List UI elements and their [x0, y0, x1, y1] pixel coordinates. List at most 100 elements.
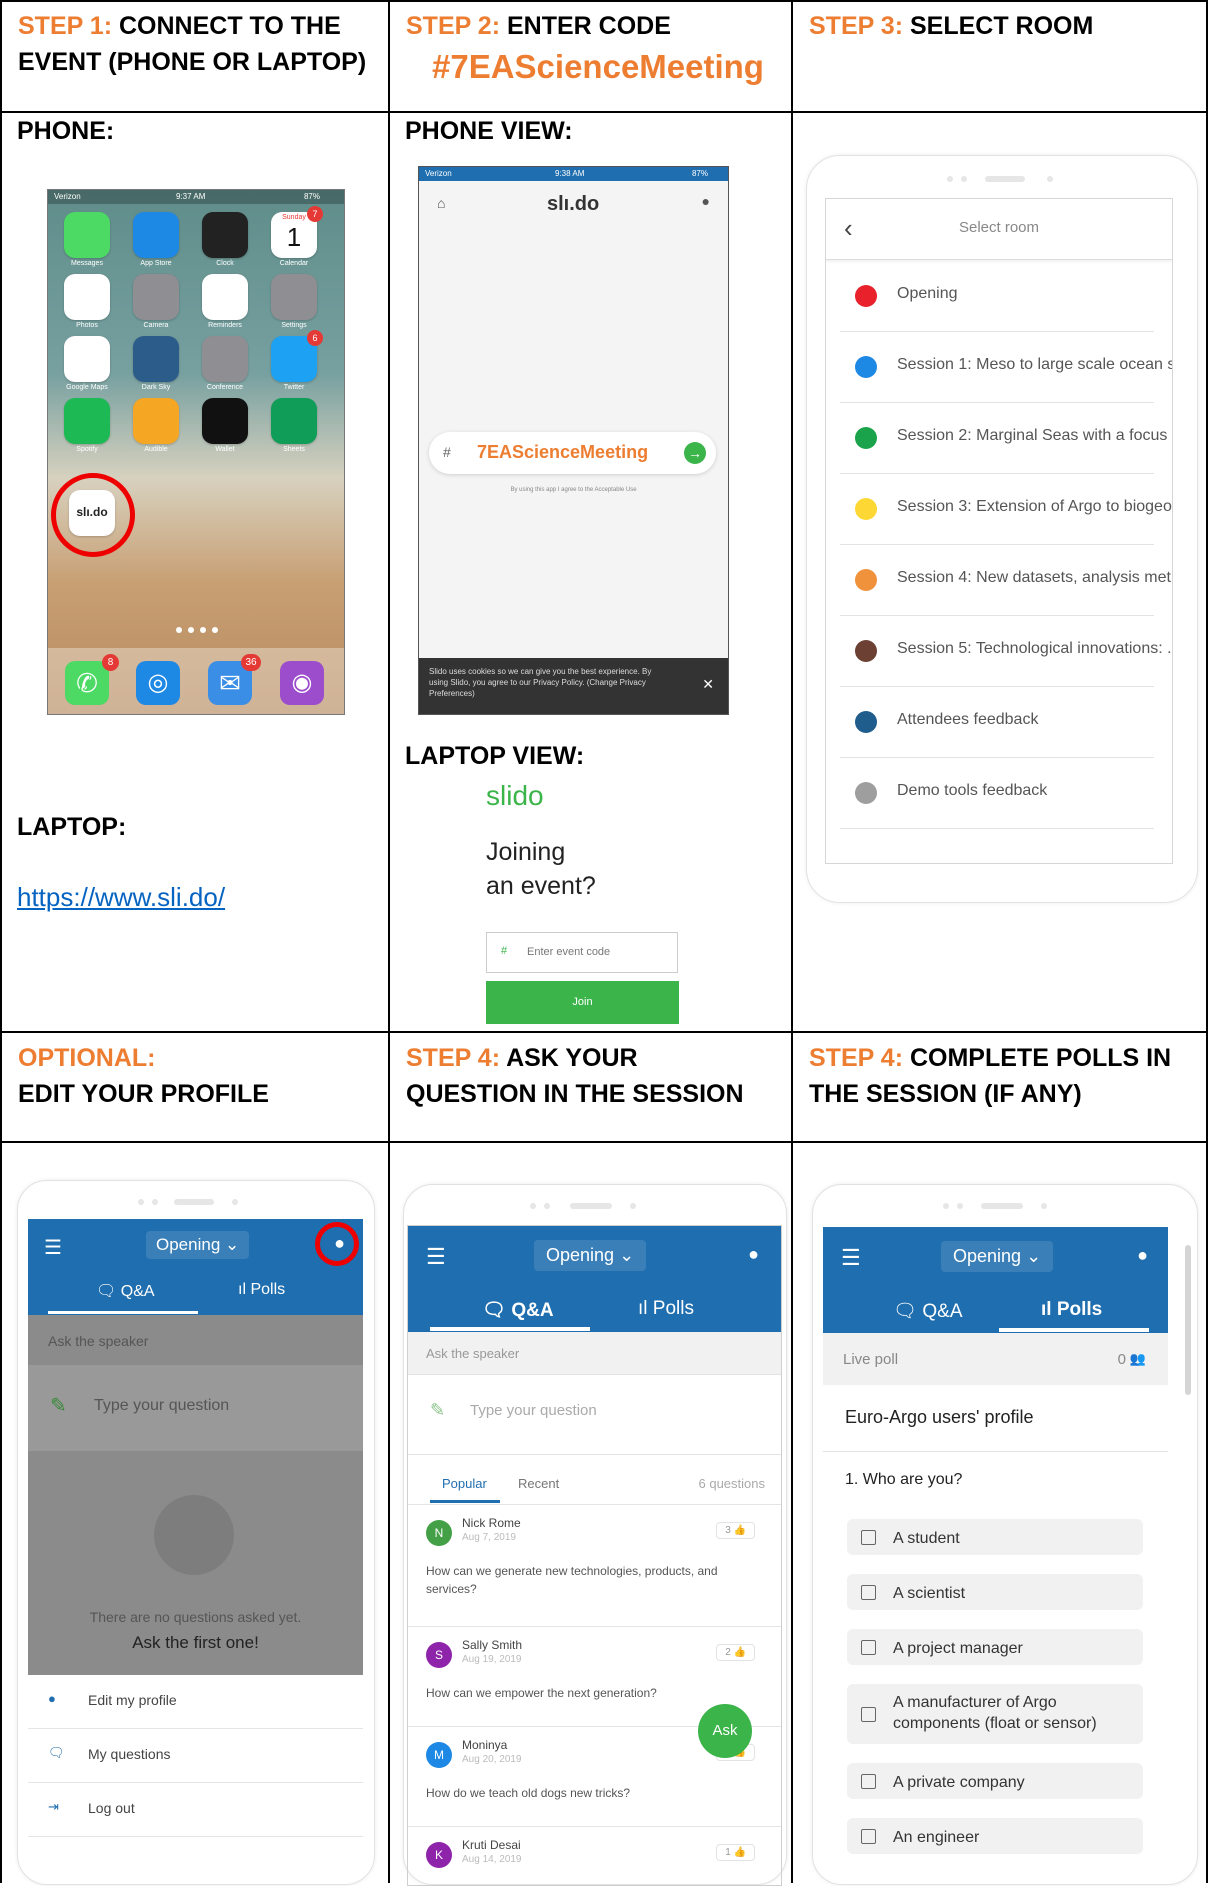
app-icon-messages[interactable]: Messages: [64, 212, 110, 267]
slido-url-link[interactable]: https://www.sli.do/: [17, 882, 225, 913]
join-button[interactable]: Join: [486, 981, 679, 1024]
poll-option-label: An engineer: [893, 1829, 980, 1846]
app-icon-reminders[interactable]: Reminders: [202, 274, 248, 329]
poll-option[interactable]: A project manager: [847, 1629, 1143, 1665]
safari-app-icon[interactable]: ◎: [136, 661, 180, 705]
phone-badge: 8: [102, 654, 119, 671]
sort-recent[interactable]: Recent: [518, 1476, 559, 1491]
profile-menu-item[interactable]: ● Edit my profile: [28, 1675, 363, 1729]
step3-header: STEP 3: SELECT ROOM: [793, 2, 1206, 50]
cookie-banner: Slido uses cookies so we can give you th…: [419, 658, 728, 714]
tab-qa[interactable]: 🗨 Q&A: [96, 1281, 155, 1301]
app-icon-settings[interactable]: Settings: [271, 274, 317, 329]
like-button[interactable]: 3 👍: [716, 1522, 755, 1539]
app-icon-conference[interactable]: Conference: [202, 336, 248, 391]
app-icon-wallet[interactable]: Wallet: [202, 398, 248, 453]
event-code: #7EAScienceMeeting: [432, 48, 764, 85]
room-item[interactable]: Session 4: New datasets, analysis met...: [840, 545, 1172, 616]
tab-polls[interactable]: ıl Polls: [638, 1298, 694, 1320]
tab-polls[interactable]: ıl Polls: [238, 1281, 285, 1299]
event-code-input[interactable]: # Enter event code: [486, 932, 678, 973]
laptop-placeholder: Enter event code: [527, 946, 611, 958]
instruction-table: STEP 1: CONNECT TO THE EVENT (PHONE OR L…: [0, 0, 1208, 1886]
room-item[interactable]: Session 5: Technological innovations: ..…: [840, 616, 1172, 687]
step4-qa-label: STEP 4:: [406, 1044, 501, 1072]
poll-option[interactable]: A manufacturer of Argo components (float…: [847, 1684, 1143, 1744]
profile-menu-item[interactable]: 🗨 My questions: [28, 1729, 363, 1783]
close-icon[interactable]: ✕: [702, 676, 714, 693]
app-icon-audible[interactable]: Audible: [133, 398, 179, 453]
question-placeholder[interactable]: Type your question: [94, 1397, 229, 1415]
room-item[interactable]: Session 3: Extension of Argo to biogeo..…: [840, 474, 1172, 545]
ask-label: Ask the speaker: [48, 1333, 149, 1349]
app-icon-spotify[interactable]: Spotify: [64, 398, 110, 453]
tab-qa[interactable]: 🗨 Q&A: [482, 1298, 554, 1322]
scrollbar[interactable]: [1185, 1245, 1191, 1395]
calendar-date: 1: [286, 222, 302, 252]
menu-icon[interactable]: ☰: [44, 1235, 62, 1260]
room-selector[interactable]: Opening ⌄: [146, 1231, 250, 1259]
step4-qa-header: STEP 4: ASK YOUR QUESTION IN THE SESSION: [390, 1034, 791, 1118]
select-room-phone: ‹ Select room Opening Session 1: Meso to …: [806, 155, 1198, 903]
sort-popular[interactable]: Popular: [442, 1476, 487, 1491]
room-item[interactable]: Session 1: Meso to large scale ocean s..…: [840, 332, 1172, 403]
tab-qa[interactable]: 🗨 Q&A: [893, 1299, 963, 1323]
poll-option[interactable]: A private company: [847, 1763, 1143, 1799]
step2-label: STEP 2:: [406, 12, 501, 40]
home-icon[interactable]: ⌂: [437, 195, 445, 211]
checkbox-icon[interactable]: [861, 1706, 876, 1722]
pv-code-field[interactable]: # 7EAScienceMeeting →: [429, 432, 716, 474]
calendar-badge: 7: [307, 206, 323, 222]
user-icon[interactable]: ●: [702, 193, 710, 209]
poll-option[interactable]: An engineer: [847, 1818, 1143, 1854]
poll-option[interactable]: A student: [847, 1519, 1143, 1555]
like-button[interactable]: 2 👍: [716, 1644, 755, 1661]
phone-app-icon[interactable]: ✆: [65, 661, 109, 705]
poll-option-label: A manufacturer of Argo components (float…: [893, 1694, 1097, 1732]
app-icon-twitter[interactable]: Twitter 6: [271, 330, 323, 391]
room-item[interactable]: Opening: [840, 261, 1154, 332]
checkbox-icon[interactable]: [861, 1828, 876, 1844]
app-icon-clock[interactable]: Clock: [202, 212, 248, 267]
arrow-right-icon[interactable]: →: [684, 442, 706, 464]
user-icon[interactable]: ●: [1137, 1245, 1148, 1266]
iphone-homescreen: Verizon 9:37 AM 87% Messages App Store Clo…: [47, 189, 345, 715]
avatar: K: [426, 1842, 452, 1868]
app-icon-dark-sky[interactable]: Dark Sky: [133, 336, 179, 391]
room-selector[interactable]: Opening ⌄: [941, 1241, 1054, 1272]
app-label: Camera: [143, 322, 169, 329]
app-label: App Store: [140, 260, 172, 267]
menu-icon[interactable]: ☰: [426, 1244, 446, 1270]
podcasts-app-icon[interactable]: ◉: [280, 661, 324, 705]
checkbox-icon[interactable]: [861, 1529, 876, 1545]
tab-polls[interactable]: ıl Polls: [1041, 1299, 1102, 1321]
app-label: Spotify: [76, 446, 98, 453]
polls-appbar: ☰ Opening ⌄ ● 🗨 Q&A ıl Polls: [823, 1227, 1168, 1333]
app-icon-sheets[interactable]: Sheets: [271, 398, 317, 453]
room-selector[interactable]: Opening ⌄: [534, 1240, 647, 1271]
empty-text: There are no questions asked yet.: [89, 1609, 302, 1625]
room-item[interactable]: Session 2: Marginal Seas with a focus ..…: [840, 403, 1172, 474]
app-icon-app-store[interactable]: App Store: [133, 212, 179, 267]
menu-icon[interactable]: ☰: [841, 1245, 861, 1271]
room-item[interactable]: Attendees feedback: [840, 687, 1154, 758]
phone-view-screenshot: Verizon 9:38 AM 87% ⌂ slı.do ● # 7EAScie…: [418, 166, 729, 715]
page-dots: [176, 627, 218, 633]
qa-phone: ☰ Opening ⌄ ● 🗨 Q&A ıl Polls Ask the spe…: [403, 1184, 787, 1886]
like-button[interactable]: 1 👍: [716, 1844, 755, 1861]
poll-option[interactable]: A scientist: [847, 1574, 1143, 1610]
app-icon-calendar[interactable]: Calendar 1 Sunday 7: [271, 206, 323, 267]
checkbox-icon[interactable]: [861, 1584, 876, 1600]
room-item[interactable]: Demo tools feedback: [840, 758, 1154, 829]
checkbox-icon[interactable]: [861, 1639, 876, 1655]
checkbox-icon[interactable]: [861, 1773, 876, 1789]
app-icon-camera[interactable]: Camera: [133, 274, 179, 329]
ask-button[interactable]: Ask: [698, 1704, 752, 1758]
qa-appbar: ☰ Opening ⌄ ● 🗨 Q&A ıl Polls: [408, 1226, 781, 1332]
app-label: Messages: [71, 260, 103, 267]
profile-menu-item[interactable]: ⇥ Log out: [28, 1783, 363, 1837]
app-icon-photos[interactable]: Photos: [64, 274, 110, 329]
app-icon-google-maps[interactable]: Google Maps: [64, 336, 110, 391]
question-placeholder[interactable]: Type your question: [470, 1402, 597, 1419]
user-icon[interactable]: ●: [748, 1244, 759, 1265]
